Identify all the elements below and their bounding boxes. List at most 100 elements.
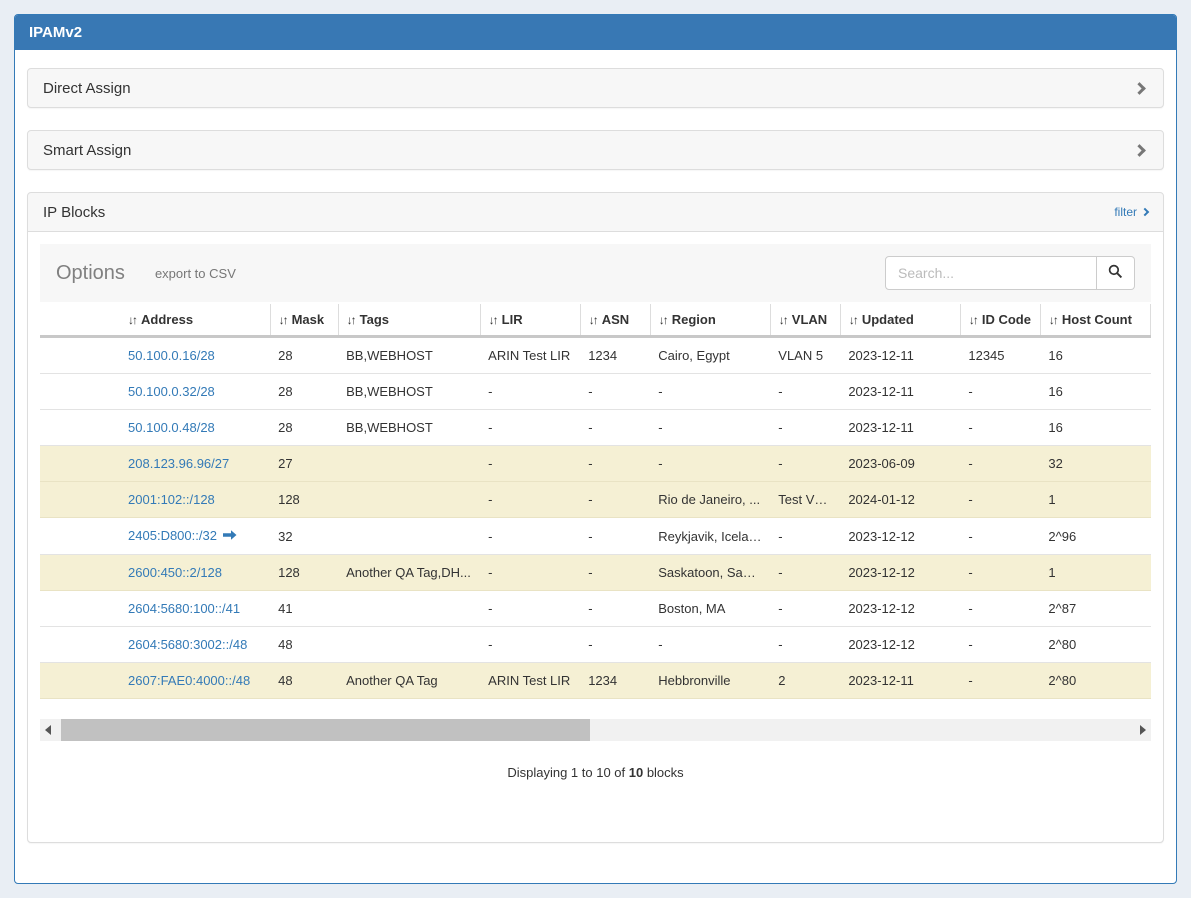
column-header-asn[interactable]: ↓↑ASN xyxy=(580,304,650,337)
column-header-lir[interactable]: ↓↑LIR xyxy=(480,304,580,337)
updated-cell: 2023-12-12 xyxy=(840,627,960,663)
address-link[interactable]: 2604:5680:3002::/48 xyxy=(128,637,247,652)
scroll-right-button[interactable] xyxy=(1135,719,1151,741)
vlan-cell: - xyxy=(770,591,840,627)
vlan-cell: Test VL... xyxy=(770,482,840,518)
region-cell: Hebbronville xyxy=(650,663,770,699)
address-link[interactable]: 2405:D800::/32 xyxy=(128,528,217,543)
region-cell: Cairo, Egypt xyxy=(650,337,770,374)
options-title: Options xyxy=(56,262,125,285)
asn-cell: - xyxy=(580,518,650,555)
column-header-host-count[interactable]: ↓↑Host Count xyxy=(1040,304,1150,337)
table-row: 50.100.0.16/2828BB,WEBHOSTARIN Test LIR1… xyxy=(40,337,1151,374)
updated-cell: 2023-12-12 xyxy=(840,518,960,555)
mask-cell: 27 xyxy=(270,446,338,482)
search-button[interactable] xyxy=(1097,256,1135,290)
smart-assign-panel: Smart Assign xyxy=(27,130,1164,170)
scrollbar-thumb[interactable] xyxy=(61,719,590,741)
address-cell: 2001:102::/128 xyxy=(120,482,270,518)
vlan-cell: - xyxy=(770,627,840,663)
scrollbar-track[interactable] xyxy=(56,719,1135,741)
vlan-cell: - xyxy=(770,446,840,482)
id-code-cell: - xyxy=(960,663,1040,699)
column-label: LIR xyxy=(502,312,523,327)
sort-icon: ↓↑ xyxy=(1049,313,1057,327)
column-header-mask[interactable]: ↓↑Mask xyxy=(270,304,338,337)
sort-icon: ↓↑ xyxy=(779,313,787,327)
column-label: Region xyxy=(672,312,716,327)
address-link[interactable]: 2607:FAE0:4000::/48 xyxy=(128,673,250,688)
ip-blocks-table: ↓↑Address↓↑Mask↓↑Tags↓↑LIR↓↑ASN↓↑Region↓… xyxy=(40,304,1151,699)
host-count-cell: 1 xyxy=(1040,482,1150,518)
sort-icon: ↓↑ xyxy=(589,313,597,327)
direct-assign-header[interactable]: Direct Assign xyxy=(28,69,1163,107)
id-code-cell: - xyxy=(960,518,1040,555)
column-header-region[interactable]: ↓↑Region xyxy=(650,304,770,337)
address-link[interactable]: 2604:5680:100::/41 xyxy=(128,601,240,616)
asn-cell: - xyxy=(580,482,650,518)
forward-arrow-icon xyxy=(223,529,237,544)
table-row: 2607:FAE0:4000::/4848Another QA TagARIN … xyxy=(40,663,1151,699)
table-row: 2405:D800::/3232--Reykjavik, Iceland-202… xyxy=(40,518,1151,555)
region-cell: - xyxy=(650,374,770,410)
updated-cell: 2023-12-12 xyxy=(840,591,960,627)
address-link[interactable]: 2001:102::/128 xyxy=(128,492,215,507)
address-link[interactable]: 50.100.0.48/28 xyxy=(128,420,215,435)
asn-cell: - xyxy=(580,446,650,482)
id-code-cell: - xyxy=(960,410,1040,446)
address-cell: 2405:D800::/32 xyxy=(120,518,270,555)
table-row: 2001:102::/128128--Rio de Janeiro, ...Te… xyxy=(40,482,1151,518)
mask-cell: 48 xyxy=(270,663,338,699)
lir-cell: - xyxy=(480,555,580,591)
ip-blocks-header[interactable]: IP Blocks filter xyxy=(28,193,1163,231)
row-spacer-cell xyxy=(40,555,120,591)
search-icon xyxy=(1108,264,1123,282)
address-link[interactable]: 2600:450::2/128 xyxy=(128,565,222,580)
column-header-address[interactable]: ↓↑ Address xyxy=(120,304,270,337)
updated-cell: 2023-12-12 xyxy=(840,555,960,591)
lir-cell: - xyxy=(480,627,580,663)
address-link[interactable]: 50.100.0.32/28 xyxy=(128,384,215,399)
column-label: Address xyxy=(141,312,193,327)
asn-cell: - xyxy=(580,410,650,446)
vlan-cell: - xyxy=(770,555,840,591)
main-panel: IPAMv2 Direct Assign Smart Assign IP Blo… xyxy=(14,14,1177,884)
table-row: 50.100.0.32/2828BB,WEBHOST----2023-12-11… xyxy=(40,374,1151,410)
column-header-id-code[interactable]: ↓↑ID Code xyxy=(960,304,1040,337)
column-header-tags[interactable]: ↓↑Tags xyxy=(338,304,480,337)
app-title-bar: IPAMv2 xyxy=(15,15,1176,50)
asn-cell: - xyxy=(580,555,650,591)
address-link[interactable]: 50.100.0.16/28 xyxy=(128,348,215,363)
updated-cell: 2023-12-11 xyxy=(840,337,960,374)
ip-blocks-panel: IP Blocks filter Options export to CSV xyxy=(27,192,1164,843)
updated-cell: 2023-12-11 xyxy=(840,410,960,446)
address-cell: 50.100.0.48/28 xyxy=(120,410,270,446)
table-row: 2600:450::2/128128Another QA Tag,DH...--… xyxy=(40,555,1151,591)
chevron-right-icon xyxy=(1133,144,1146,157)
row-spacer-cell xyxy=(40,627,120,663)
search-input[interactable] xyxy=(885,256,1097,290)
vlan-cell: - xyxy=(770,410,840,446)
row-spacer-cell xyxy=(40,482,120,518)
smart-assign-header[interactable]: Smart Assign xyxy=(28,131,1163,169)
filter-link[interactable]: filter xyxy=(1114,205,1148,219)
export-csv-link[interactable]: export to CSV xyxy=(155,266,236,281)
vlan-cell: - xyxy=(770,518,840,555)
address-link[interactable]: 208.123.96.96/27 xyxy=(128,456,229,471)
vlan-cell: - xyxy=(770,374,840,410)
lir-cell: - xyxy=(480,591,580,627)
column-header-updated[interactable]: ↓↑Updated xyxy=(840,304,960,337)
mask-cell: 41 xyxy=(270,591,338,627)
sort-icon: ↓↑ xyxy=(347,313,355,327)
scroll-left-button[interactable] xyxy=(40,719,56,741)
tags-cell: BB,WEBHOST xyxy=(338,410,480,446)
column-header-vlan[interactable]: ↓↑VLAN xyxy=(770,304,840,337)
sort-icon: ↓↑ xyxy=(128,313,136,327)
host-count-cell: 2^80 xyxy=(1040,627,1150,663)
host-count-cell: 32 xyxy=(1040,446,1150,482)
column-label: ID Code xyxy=(982,312,1031,327)
updated-cell: 2023-12-11 xyxy=(840,663,960,699)
tags-cell xyxy=(338,627,480,663)
region-cell: Saskatoon, Sask... xyxy=(650,555,770,591)
column-label: Updated xyxy=(862,312,914,327)
